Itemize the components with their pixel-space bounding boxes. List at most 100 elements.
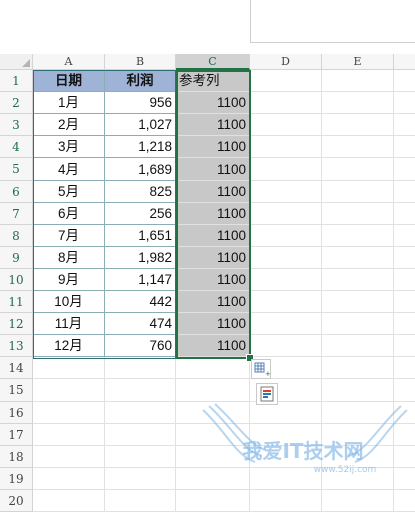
row-header[interactable]: 12	[0, 313, 33, 335]
cell-month[interactable]: 4月	[33, 158, 105, 181]
grid-cell[interactable]	[394, 335, 415, 357]
grid-cell[interactable]	[322, 313, 394, 335]
column-header-b[interactable]: B	[105, 54, 176, 70]
grid-cell[interactable]	[322, 114, 394, 136]
grid-cell[interactable]	[322, 225, 394, 247]
row-header[interactable]: 15	[0, 379, 33, 402]
cell-profit[interactable]: 1,027	[105, 114, 176, 136]
grid-cell[interactable]	[250, 114, 322, 136]
grid-cell[interactable]	[322, 70, 394, 92]
grid-cell[interactable]	[250, 446, 322, 468]
cell-month[interactable]: 8月	[33, 247, 105, 269]
grid-cell[interactable]	[394, 490, 415, 512]
grid-cell[interactable]	[176, 357, 250, 379]
row-header[interactable]: 5	[0, 158, 33, 181]
row-header[interactable]: 17	[0, 424, 33, 446]
grid-cell[interactable]	[394, 446, 415, 468]
cell-reference[interactable]: 1100	[176, 203, 250, 225]
grid-cell[interactable]	[394, 357, 415, 379]
cell-profit[interactable]: 256	[105, 203, 176, 225]
row-header[interactable]: 3	[0, 114, 33, 136]
cell-profit[interactable]: 442	[105, 291, 176, 313]
grid-cell[interactable]	[394, 136, 415, 158]
grid-cell[interactable]	[394, 291, 415, 313]
cell-reference[interactable]: 1100	[176, 225, 250, 247]
row-header[interactable]: 9	[0, 247, 33, 269]
row-header[interactable]: 6	[0, 181, 33, 203]
cell-profit[interactable]: 1,689	[105, 158, 176, 181]
grid-cell[interactable]	[105, 490, 176, 512]
row-header[interactable]: 10	[0, 269, 33, 291]
row-header[interactable]: 18	[0, 446, 33, 468]
grid-cell[interactable]	[176, 490, 250, 512]
grid-cell[interactable]	[33, 490, 105, 512]
grid-cell[interactable]	[322, 269, 394, 291]
column-header-c[interactable]: C	[176, 54, 250, 70]
row-header[interactable]: 11	[0, 291, 33, 313]
select-all-corner[interactable]	[0, 54, 33, 70]
grid-cell[interactable]	[322, 181, 394, 203]
grid-cell[interactable]	[250, 92, 322, 114]
grid-cell[interactable]	[322, 402, 394, 424]
grid-cell[interactable]	[322, 136, 394, 158]
header-cell-date[interactable]: 日期	[33, 70, 105, 92]
grid-cell[interactable]	[250, 424, 322, 446]
grid-cell[interactable]	[394, 379, 415, 402]
grid-cell[interactable]	[33, 468, 105, 490]
grid-cell[interactable]	[394, 402, 415, 424]
grid-cell[interactable]	[250, 468, 322, 490]
cell-profit[interactable]: 760	[105, 335, 176, 357]
cell-reference[interactable]: 1100	[176, 269, 250, 291]
grid-cell[interactable]	[394, 424, 415, 446]
grid-cell[interactable]	[105, 424, 176, 446]
grid-cell[interactable]	[394, 203, 415, 225]
cell-reference[interactable]: 1100	[176, 92, 250, 114]
row-header[interactable]: 16	[0, 402, 33, 424]
grid-cell[interactable]	[322, 446, 394, 468]
grid-cell[interactable]	[176, 468, 250, 490]
row-header[interactable]: 7	[0, 203, 33, 225]
row-header[interactable]: 8	[0, 225, 33, 247]
grid-cell[interactable]	[105, 446, 176, 468]
cell-profit[interactable]: 1,147	[105, 269, 176, 291]
row-header[interactable]: 4	[0, 136, 33, 158]
cell-month[interactable]: 6月	[33, 203, 105, 225]
paste-options-button[interactable]: +	[251, 359, 271, 379]
cell-reference[interactable]: 1100	[176, 335, 250, 357]
grid-cell[interactable]	[250, 225, 322, 247]
cell-reference[interactable]: 1100	[176, 291, 250, 313]
grid-cell[interactable]	[33, 402, 105, 424]
grid-cell[interactable]	[176, 424, 250, 446]
cell-profit[interactable]: 1,982	[105, 247, 176, 269]
grid-cell[interactable]	[250, 269, 322, 291]
row-header[interactable]: 1	[0, 70, 33, 92]
cell-reference[interactable]: 1100	[176, 158, 250, 181]
grid-cell[interactable]	[250, 70, 322, 92]
grid-cell[interactable]	[250, 203, 322, 225]
column-header-e[interactable]: E	[322, 54, 394, 70]
cell-month[interactable]: 5月	[33, 181, 105, 203]
grid-cell[interactable]	[394, 468, 415, 490]
cell-month[interactable]: 11月	[33, 313, 105, 335]
grid-cell[interactable]	[176, 379, 250, 402]
grid-cell[interactable]	[322, 291, 394, 313]
grid-cell[interactable]	[322, 468, 394, 490]
header-cell-profit[interactable]: 利润	[105, 70, 176, 92]
grid-cell[interactable]	[322, 490, 394, 512]
grid-cell[interactable]	[322, 335, 394, 357]
cell-month[interactable]: 2月	[33, 114, 105, 136]
header-cell-reference[interactable]: 参考列	[176, 70, 250, 92]
cell-month[interactable]: 9月	[33, 269, 105, 291]
grid-cell[interactable]	[322, 158, 394, 181]
row-header[interactable]: 2	[0, 92, 33, 114]
row-header[interactable]: 14	[0, 357, 33, 379]
grid-cell[interactable]	[322, 379, 394, 402]
cell-reference[interactable]: 1100	[176, 136, 250, 158]
grid-cell[interactable]	[176, 402, 250, 424]
name-box-area[interactable]	[250, 0, 415, 43]
grid-cell[interactable]	[394, 70, 415, 92]
row-header[interactable]: 13	[0, 335, 33, 357]
grid-cell[interactable]	[322, 247, 394, 269]
grid-cell[interactable]	[394, 269, 415, 291]
grid-cell[interactable]	[33, 379, 105, 402]
